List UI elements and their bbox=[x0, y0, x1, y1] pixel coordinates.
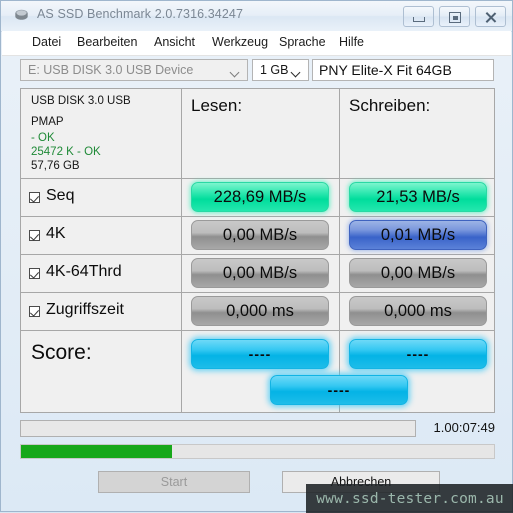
size-select-value: 1 GB bbox=[260, 63, 289, 77]
score-read: ---- bbox=[191, 339, 329, 369]
score-label: Score: bbox=[31, 341, 92, 364]
minimize-button[interactable] bbox=[403, 6, 434, 27]
chevron-down-icon bbox=[292, 69, 300, 74]
drive-firmware: PMAP bbox=[31, 116, 64, 128]
drive-alignment: - OK bbox=[31, 132, 55, 144]
menu-item-sprache[interactable]: Sprache bbox=[277, 35, 328, 49]
score-write: ---- bbox=[349, 339, 487, 369]
row-checkbox-4k64thrd[interactable] bbox=[29, 268, 40, 279]
menu-item-ansicht[interactable]: Ansicht bbox=[152, 35, 197, 49]
menu-item-werkzeug[interactable]: Werkzeug bbox=[210, 35, 270, 49]
close-button[interactable] bbox=[475, 6, 506, 27]
window-controls bbox=[403, 6, 506, 27]
title-bar[interactable]: AS SSD Benchmark 2.0.7316.34247 bbox=[1, 1, 512, 32]
drive-capacity: 57,76 GB bbox=[31, 160, 80, 172]
cell-seq-write: 21,53 MB/s bbox=[349, 182, 487, 212]
cell-4k-read: 0,00 MB/s bbox=[191, 220, 329, 250]
row-label-zugriffszeit: Zugriffszeit bbox=[46, 301, 124, 318]
grid-vline-2 bbox=[339, 89, 340, 412]
menu-bar: Datei Bearbeiten Ansicht Werkzeug Sprach… bbox=[2, 31, 511, 56]
menu-item-datei[interactable]: Datei bbox=[30, 35, 63, 49]
progress-bar-fill bbox=[21, 445, 173, 458]
elapsed-timer: 1.00:07:49 bbox=[433, 420, 495, 435]
score-total: ---- bbox=[270, 375, 408, 405]
device-name-value: PNY Elite-X Fit 64GB bbox=[319, 62, 452, 78]
drive-select-value: E: USB DISK 3.0 USB Device bbox=[28, 63, 194, 77]
drive-info-panel: USB DISK 3.0 USB PMAP - OK 25472 K - OK … bbox=[21, 89, 181, 178]
selector-row: E: USB DISK 3.0 USB Device 1 GB PNY Elit… bbox=[1, 57, 512, 83]
drive-offset: 25472 K - OK bbox=[31, 146, 101, 158]
grid-vline-1 bbox=[181, 89, 182, 412]
chevron-down-icon bbox=[231, 69, 239, 74]
results-grid: USB DISK 3.0 USB PMAP - OK 25472 K - OK … bbox=[20, 88, 495, 413]
row-checkbox-seq[interactable] bbox=[29, 192, 40, 203]
status-message-bar bbox=[20, 420, 416, 437]
grid-hline-4 bbox=[21, 292, 494, 293]
cell-4k-write: 0,01 MB/s bbox=[349, 220, 487, 250]
close-icon bbox=[476, 7, 505, 26]
grid-hline-3 bbox=[21, 254, 494, 255]
as-ssd-benchmark-window: AS SSD Benchmark 2.0.7316.34247 Datei Be… bbox=[0, 0, 513, 513]
column-header-write: Schreiben: bbox=[349, 96, 431, 115]
progress-bar bbox=[20, 444, 495, 459]
cell-zugriffszeit-read: 0,000 ms bbox=[191, 296, 329, 326]
row-label-seq: Seq bbox=[46, 187, 75, 204]
drive-select[interactable]: E: USB DISK 3.0 USB Device bbox=[20, 59, 248, 81]
restore-button[interactable] bbox=[439, 6, 470, 27]
grid-hline-2 bbox=[21, 216, 494, 217]
drive-model: USB DISK 3.0 USB bbox=[31, 95, 131, 107]
start-button[interactable]: Start bbox=[98, 471, 250, 493]
cell-zugriffszeit-write: 0,000 ms bbox=[349, 296, 487, 326]
row-label-4k: 4K bbox=[46, 225, 66, 242]
size-select[interactable]: 1 GB bbox=[252, 59, 309, 81]
grid-hline-5 bbox=[21, 330, 494, 331]
menu-item-hilfe[interactable]: Hilfe bbox=[337, 35, 366, 49]
watermark: www.ssd-tester.com.au bbox=[306, 484, 513, 513]
row-checkbox-4k[interactable] bbox=[29, 230, 40, 241]
watermark-text: www.ssd-tester.com.au bbox=[316, 490, 504, 507]
grid-hline-1 bbox=[21, 178, 494, 179]
column-header-read: Lesen: bbox=[191, 96, 243, 115]
row-checkbox-zugriffszeit[interactable] bbox=[29, 306, 40, 317]
minimize-icon bbox=[413, 17, 425, 22]
cell-seq-read: 228,69 MB/s bbox=[191, 182, 329, 212]
restore-icon bbox=[449, 12, 461, 23]
cell-4k64thrd-read: 0,00 MB/s bbox=[191, 258, 329, 288]
cell-4k64thrd-write: 0,00 MB/s bbox=[349, 258, 487, 288]
window-title: AS SSD Benchmark 2.0.7316.34247 bbox=[37, 7, 244, 21]
menu-item-bearbeiten[interactable]: Bearbeiten bbox=[75, 35, 139, 49]
device-name-field[interactable]: PNY Elite-X Fit 64GB bbox=[312, 59, 494, 81]
hard-disk-icon bbox=[15, 9, 28, 20]
row-label-4k64thrd: 4K-64Thrd bbox=[46, 263, 122, 280]
